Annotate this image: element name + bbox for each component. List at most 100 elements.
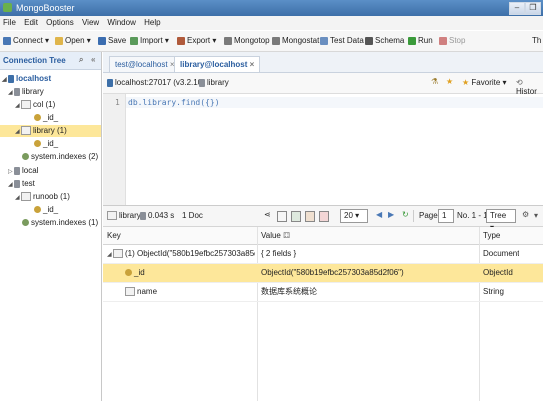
tree-label: _id_ <box>43 139 59 148</box>
menu-help[interactable]: Help <box>141 16 163 29</box>
column-type[interactable]: Type <box>483 227 500 244</box>
close-icon[interactable]: × <box>250 60 255 69</box>
export-button[interactable]: Export ▾ <box>177 36 216 45</box>
prev-page-icon[interactable]: ◀ <box>376 210 382 219</box>
connect-button[interactable]: Connect ▾ <box>3 36 49 45</box>
table-row[interactable]: ◢(1) ObjectId("580b19efbc257303a85d2f06"… <box>103 245 543 264</box>
favorite-button[interactable]: ★ Favorite ▾ <box>462 78 507 87</box>
stop-button[interactable]: Stop <box>439 36 465 45</box>
key-icon <box>125 269 132 277</box>
edit-doc-icon[interactable] <box>305 211 315 222</box>
run-button[interactable]: Run <box>408 36 433 45</box>
refresh-icon[interactable]: ↻ <box>402 210 409 219</box>
tab-library-localhost[interactable]: library@localhost × <box>174 56 261 72</box>
column-value[interactable]: Value ⚃ <box>261 227 290 244</box>
next-page-icon[interactable]: ▶ <box>388 210 394 219</box>
test-data-button[interactable]: Test Data <box>320 36 364 45</box>
server-label: localhost:27017 (v3.2.10) <box>115 78 205 87</box>
tree-item-col-index[interactable]: _id_ <box>34 112 58 124</box>
table-row[interactable]: name 数据库系统概论 String <box>103 283 543 302</box>
save-button[interactable]: Save <box>98 36 126 45</box>
line-number-gutter: 1 <box>103 94 126 205</box>
history-icon: ⟲ <box>516 78 523 87</box>
tree-item-test-db[interactable]: ◢ test <box>8 178 35 190</box>
menu-edit[interactable]: Edit <box>21 16 41 29</box>
column-value-label: Value <box>261 231 281 240</box>
grid-header: Key Value ⚃ Type <box>103 227 543 245</box>
share-icon[interactable]: ⋖ <box>264 210 271 219</box>
query-editor[interactable]: 1 db.library.find({}) <box>103 94 543 206</box>
tree-item-localhost[interactable]: ◢ localhost <box>2 73 51 85</box>
table-row-selected[interactable]: _id ObjectId("580b19efbc257303a85d2f06")… <box>103 264 543 283</box>
app-icon <box>3 3 12 12</box>
minimize-button[interactable]: – <box>509 2 525 15</box>
server-info: localhost:27017 (v3.2.10) <box>107 78 205 87</box>
page-input[interactable]: 1 <box>438 209 454 223</box>
row-type: String <box>483 287 504 296</box>
tree-item-test-system-indexes[interactable]: system.indexes (1) <box>22 217 98 229</box>
title-bar: MongoBooster – ❐ <box>0 0 543 16</box>
connect-label: Connect <box>13 36 43 45</box>
divider <box>413 210 414 222</box>
zoom-doc-icon[interactable] <box>277 211 287 222</box>
tree-label: system.indexes (1) <box>31 218 99 227</box>
results-toolbar: library 0.043 s 1 Doc ⋖ 20 ▾ ◀ ▶ ↻ Page … <box>103 206 543 232</box>
tree-label: library (1) <box>33 126 67 135</box>
tree-label: _id_ <box>43 205 59 214</box>
tree-item-library-index[interactable]: _id_ <box>34 138 58 150</box>
view-mode-select[interactable]: Tree ▾ <box>486 209 516 232</box>
tab-test-localhost[interactable]: test@localhost × <box>109 56 181 72</box>
result-count: 1 Doc <box>182 211 203 220</box>
format-icon[interactable]: ⚗ <box>431 77 438 86</box>
window-title: MongoBooster <box>16 3 75 13</box>
menu-bar: File Edit Options View Window Help <box>0 16 543 30</box>
more-icon[interactable]: ▾ <box>534 211 538 220</box>
schema-button[interactable]: Schema <box>365 36 404 45</box>
tree-item-runoob[interactable]: ◢ runoob (1) <box>15 191 70 203</box>
delete-doc-icon[interactable] <box>319 211 329 222</box>
menu-file[interactable]: File <box>0 16 19 29</box>
column-filter-icon[interactable]: ⚃ <box>283 231 290 240</box>
play-icon <box>408 36 416 45</box>
tree-item-library-db[interactable]: ◢ library <box>8 86 44 98</box>
settings-icon[interactable]: ⚙ <box>522 210 529 219</box>
restore-button[interactable]: ❐ <box>525 2 541 15</box>
mongotop-icon <box>224 36 232 45</box>
database-icon <box>14 166 20 175</box>
connection-tree-header: Connection Tree ⌕ « <box>0 52 101 70</box>
menu-view[interactable]: View <box>79 16 102 29</box>
query-code[interactable]: db.library.find({}) <box>128 98 220 107</box>
tree-item-col[interactable]: ◢ col (1) <box>15 99 55 111</box>
export-label: Export <box>187 36 211 45</box>
open-button[interactable]: Open ▾ <box>55 36 91 45</box>
collection-icon <box>21 126 31 136</box>
document-icon <box>113 249 123 259</box>
system-index-icon <box>22 219 29 227</box>
mongotop-button[interactable]: Mongotop <box>224 36 270 45</box>
menu-options[interactable]: Options <box>43 16 77 29</box>
star-add-icon[interactable]: ★ <box>446 77 453 86</box>
toolbar: Connect ▾ Open ▾ Save Import ▾ Export ▾ … <box>0 31 543 52</box>
import-label: Import <box>140 36 163 45</box>
star-icon: ★ <box>462 78 470 87</box>
tree-item-local-db[interactable]: ▷ local <box>8 165 38 177</box>
stop-icon <box>439 36 447 45</box>
toolbar-overflow[interactable]: Th <box>532 36 541 45</box>
add-doc-icon[interactable] <box>291 211 301 222</box>
page-size-select[interactable]: 20 ▾ <box>340 209 368 223</box>
field-icon <box>125 287 135 297</box>
collapse-icon[interactable]: « <box>91 55 95 64</box>
test-data-label: Test Data <box>330 36 364 45</box>
mongostat-label: Mongostat <box>282 36 320 45</box>
connection-tree-panel: Connection Tree ⌕ « ◢ localhost ◢ library … <box>0 52 102 401</box>
stop-label: Stop <box>449 36 466 45</box>
column-key[interactable]: Key <box>107 227 121 244</box>
tree-item-system-indexes[interactable]: system.indexes (2) <box>22 151 98 163</box>
import-button[interactable]: Import ▾ <box>130 36 169 45</box>
mongostat-button[interactable]: Mongostat <box>272 36 319 45</box>
tree-item-library-collection[interactable]: ◢ library (1) <box>0 125 101 137</box>
tree-label: library <box>22 87 44 96</box>
tree-item-runoob-index[interactable]: _id_ <box>34 204 58 216</box>
search-icon[interactable]: ⌕ <box>79 55 83 65</box>
menu-window[interactable]: Window <box>104 16 138 29</box>
